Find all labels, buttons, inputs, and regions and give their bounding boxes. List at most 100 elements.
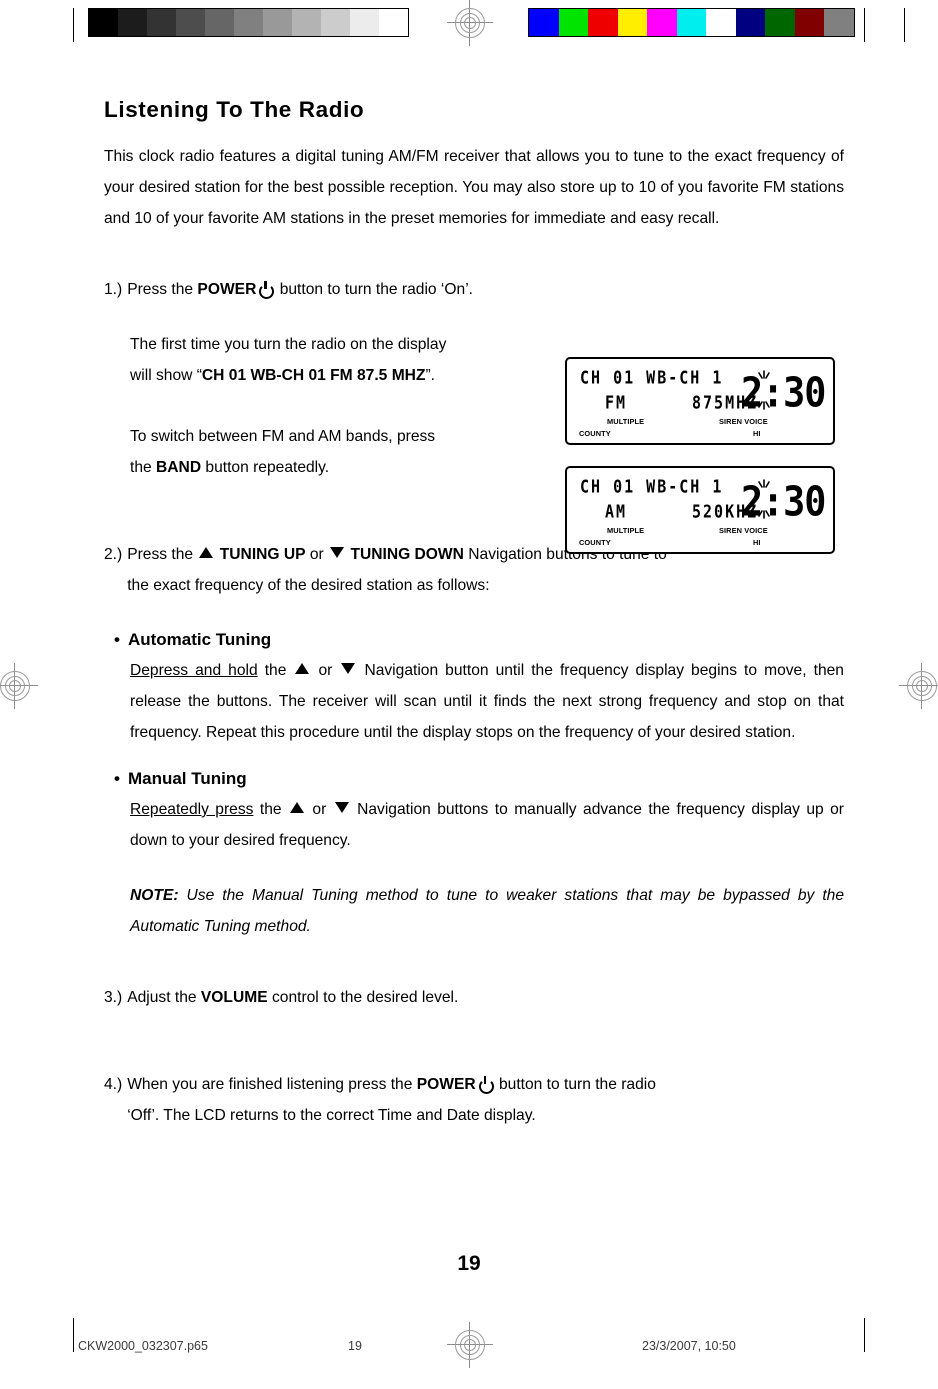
page-title: Listening To The Radio bbox=[104, 97, 365, 122]
lcd-channel-line: CH 01 WB-CH 1 bbox=[580, 476, 724, 498]
automatic-mid-a: the bbox=[264, 662, 287, 679]
bullet-automatic-tuning-heading: • Automatic Tuning bbox=[114, 625, 844, 655]
lcd-figure-am: CH 01 WB-CH 1 AM 520KHZ 2:30 MULTIPLE CO… bbox=[565, 466, 835, 554]
bullet-manual-tuning-body: Repeatedly press the or Navigation butto… bbox=[130, 794, 844, 856]
step-4-text-before: When you are finished listening press th… bbox=[127, 1076, 413, 1093]
bullet-dot-icon: • bbox=[114, 630, 120, 649]
gray-swatch-1 bbox=[118, 9, 147, 36]
lcd-label-county: COUNTY bbox=[579, 429, 611, 438]
power-label: POWER bbox=[416, 1076, 476, 1093]
gray-swatch-0 bbox=[89, 9, 118, 36]
automatic-mid-b: or bbox=[318, 662, 333, 679]
bullet-dot-icon: • bbox=[114, 769, 120, 788]
display-string-bold: CH 01 WB-CH 01 FM 87.5 MHZ bbox=[201, 367, 426, 384]
step-1-bold-label: POWER bbox=[197, 281, 257, 298]
step-1-note-b-line2: the BAND button repeatedly. bbox=[130, 452, 550, 483]
page-folio: 19 bbox=[457, 1252, 481, 1275]
band-button-label: BAND bbox=[156, 459, 202, 476]
step-1-note-b-line1: To switch between FM and AM bands, press bbox=[130, 428, 436, 445]
power-icon bbox=[478, 1076, 494, 1094]
volume-label: VOLUME bbox=[200, 989, 268, 1006]
alarm-indicator-icon bbox=[758, 370, 770, 410]
step-1-note-a: The first time you turn the radio on the… bbox=[130, 329, 550, 391]
gray-swatch-6 bbox=[263, 9, 292, 36]
manual-mid-b: or bbox=[312, 801, 327, 818]
triangle-up-icon bbox=[289, 802, 304, 813]
step-1-text: Press the POWER button to turn the radio… bbox=[127, 274, 844, 305]
lcd-figure-fm: CH 01 WB-CH 1 FM 875MHZ 2:30 MULTIPLE CO… bbox=[565, 357, 835, 445]
step-2-joiner: or bbox=[309, 546, 324, 563]
automatic-tuning-lead: Depress and hold bbox=[130, 662, 258, 679]
gray-swatch-9 bbox=[350, 9, 379, 36]
note-text: Use the Manual Tuning method to tune to … bbox=[130, 887, 845, 935]
step-2-line2: the exact frequency of the desired stati… bbox=[127, 577, 490, 594]
color-swatch-5 bbox=[676, 9, 706, 36]
bullet-manual-tuning-heading: • Manual Tuning bbox=[114, 764, 844, 794]
step-2-text-before: Press the bbox=[127, 546, 194, 563]
step-3-text-after: control to the desired level. bbox=[271, 989, 459, 1006]
color-swatch-2 bbox=[588, 9, 618, 36]
gray-swatch-2 bbox=[147, 9, 176, 36]
color-swatch-1 bbox=[558, 9, 588, 36]
triangle-down-icon bbox=[330, 547, 345, 558]
step-1-note-a-line2: will show “CH 01 WB-CH 01 FM 87.5 MHZ”. bbox=[130, 360, 550, 391]
step-2-number: 2.) bbox=[104, 546, 123, 563]
note-a-prefix: will show “ bbox=[130, 367, 202, 384]
alarm-indicator-icon bbox=[758, 479, 770, 519]
step-3-number: 3.) bbox=[104, 989, 123, 1006]
step-4-number: 4.) bbox=[104, 1076, 123, 1093]
tuning-up-label: TUNING UP bbox=[219, 546, 306, 563]
color-swatch-4 bbox=[647, 9, 677, 36]
color-swatch-8 bbox=[765, 9, 795, 36]
manual-mid-a: the bbox=[259, 801, 282, 818]
registration-mark-left bbox=[0, 663, 38, 709]
intro-paragraph: This clock radio features a digital tuni… bbox=[104, 148, 844, 227]
registration-mark-right bbox=[899, 663, 938, 709]
triangle-down-icon bbox=[341, 663, 356, 674]
color-swatch-10 bbox=[824, 9, 854, 36]
note-label: NOTE: bbox=[130, 887, 179, 904]
note-b-suffix: button repeatedly. bbox=[205, 459, 330, 476]
gray-swatch-8 bbox=[321, 9, 350, 36]
color-swatch-9 bbox=[794, 9, 824, 36]
footer-timestamp: 23/3/2007, 10:50 bbox=[642, 1339, 736, 1353]
lcd-channel-line: CH 01 WB-CH 1 bbox=[580, 367, 724, 389]
step-1: 1.) Press the POWER button to turn the r… bbox=[104, 274, 844, 305]
step-3-text: Adjust the VOLUME control to the desired… bbox=[127, 982, 844, 1013]
lcd-panel: CH 01 WB-CH 1 FM 875MHZ 2:30 MULTIPLE CO… bbox=[565, 357, 835, 445]
lcd-label-hi: HI bbox=[753, 429, 761, 438]
crop-mark-top-right-outer bbox=[904, 8, 905, 42]
gray-swatch-10 bbox=[379, 9, 408, 36]
crop-mark-top-left bbox=[73, 8, 74, 42]
gray-swatch-5 bbox=[234, 9, 263, 36]
triangle-up-icon bbox=[199, 547, 214, 558]
triangle-up-icon bbox=[295, 663, 310, 674]
step-4-text-after: button to turn the radio bbox=[499, 1076, 656, 1093]
footer-file-name: CKW2000_032307.p65 bbox=[78, 1339, 208, 1353]
grayscale-step-wedge bbox=[88, 8, 409, 37]
step-4: 4.) When you are finished listening pres… bbox=[104, 1069, 844, 1131]
step-3: 3.) Adjust the VOLUME control to the des… bbox=[104, 982, 844, 1013]
lcd-label-multiple: MULTIPLE bbox=[607, 526, 645, 535]
power-icon bbox=[258, 281, 275, 299]
lcd-label-siren-voice: SIREN VOICE bbox=[719, 526, 768, 535]
step-1-note-a-line1: The first time you turn the radio on the… bbox=[130, 336, 447, 353]
note-a-suffix: ”. bbox=[425, 367, 435, 384]
lcd-label-hi: HI bbox=[753, 538, 761, 547]
color-swatch-7 bbox=[735, 9, 765, 36]
tuning-down-label: TUNING DOWN bbox=[350, 546, 464, 563]
manual-tuning-lead: Repeatedly press bbox=[130, 801, 254, 818]
note-b-prefix: the bbox=[130, 459, 152, 476]
step-1-number: 1.) bbox=[104, 281, 123, 298]
color-swatch-3 bbox=[617, 9, 647, 36]
step-3-text-before: Adjust the bbox=[127, 989, 197, 1006]
automatic-tuning-label: Automatic Tuning bbox=[127, 630, 272, 649]
color-swatch-0 bbox=[529, 9, 559, 36]
bullet-automatic-tuning-body: Depress and hold the or Navigation butto… bbox=[130, 655, 844, 748]
step-1-note-b: To switch between FM and AM bands, press… bbox=[130, 421, 550, 483]
registration-mark-top bbox=[447, 0, 493, 46]
manual-tuning-label: Manual Tuning bbox=[127, 769, 247, 788]
lcd-clock-time: 2:30 bbox=[740, 479, 826, 527]
gray-swatch-3 bbox=[176, 9, 205, 36]
lcd-label-county: COUNTY bbox=[579, 538, 611, 547]
